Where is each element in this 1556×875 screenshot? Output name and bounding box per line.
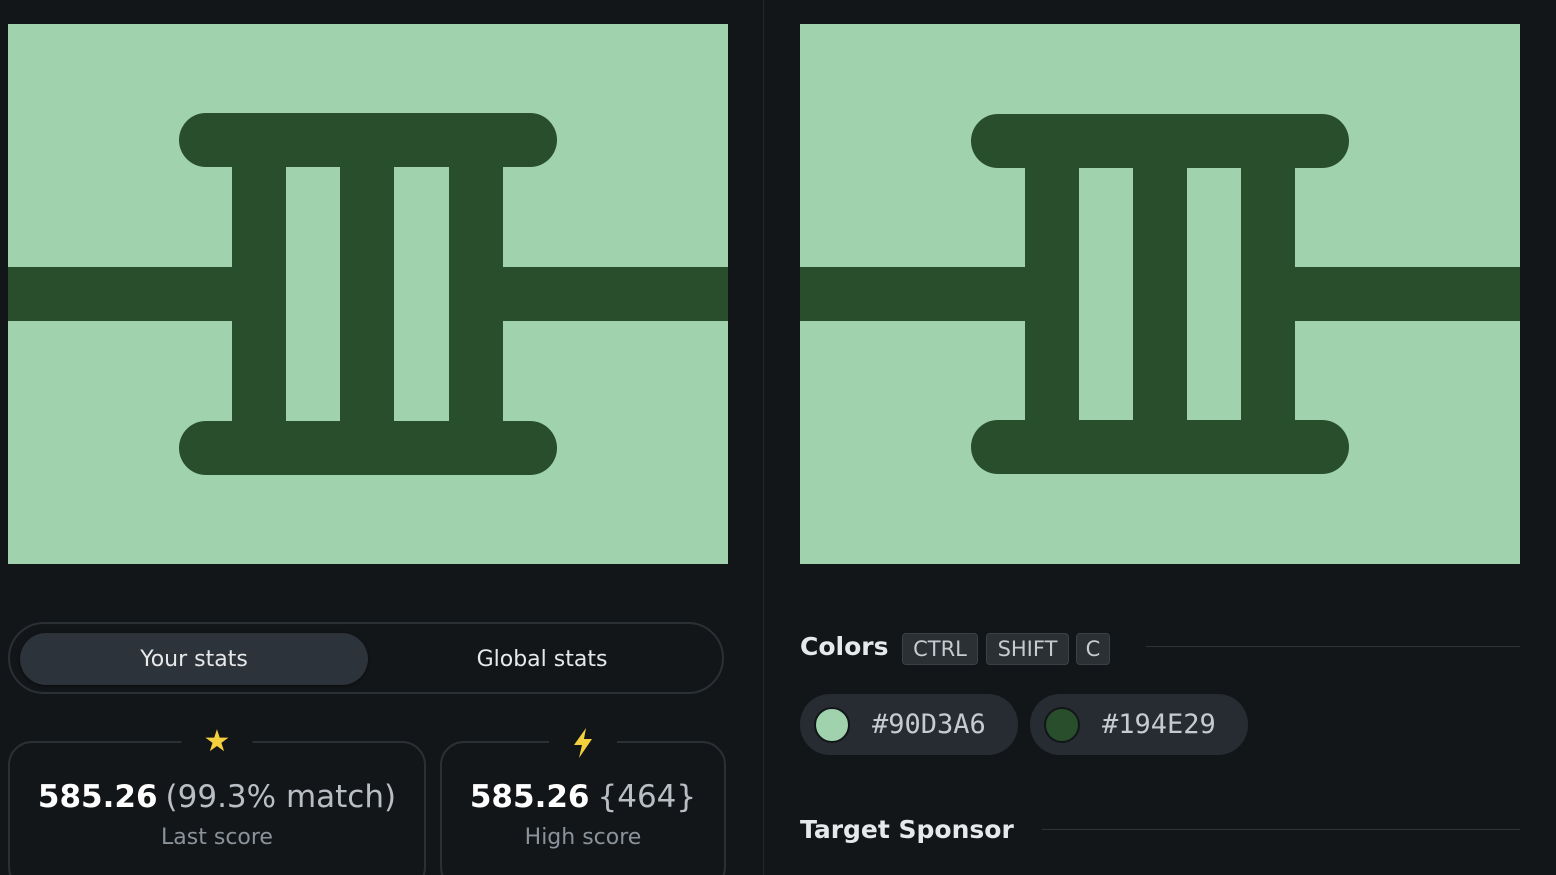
last-score-card: ★ 585.26 (99.3% match) Last score <box>8 727 426 875</box>
colors-divider <box>1146 646 1520 647</box>
target-sponsor-heading: Target Sponsor <box>800 815 1014 844</box>
high-score-value: 585.26 <box>469 779 590 815</box>
color-dot <box>1044 706 1080 743</box>
panel-divider <box>763 0 764 875</box>
shortcut-key-ctrl: CTRL <box>902 633 978 665</box>
high-score-card: 585.26 {464} High score <box>440 727 726 875</box>
color-hex: #194E29 <box>1102 709 1216 740</box>
color-dot <box>814 706 850 743</box>
color-swatch[interactable]: #194E29 <box>1030 694 1248 755</box>
tab-global-stats[interactable]: Global stats <box>368 633 716 685</box>
output-canvas[interactable] <box>8 24 728 564</box>
last-score-label: Last score <box>161 825 273 850</box>
last-score-value: 585.26 <box>37 779 158 815</box>
target-image <box>800 24 1520 564</box>
color-hex: #90D3A6 <box>872 709 986 740</box>
star-icon: ★ <box>181 727 253 757</box>
last-score-line: 585.26 (99.3% match) <box>10 779 424 815</box>
battle-screen: Your stats Global stats ★ 585.26 (99.3% m… <box>0 0 1556 875</box>
stats-toggle: Your stats Global stats <box>8 622 724 694</box>
shortcut-key-c: C <box>1076 633 1110 665</box>
high-score-chars: {464} <box>597 779 697 815</box>
high-score-label: High score <box>524 825 642 850</box>
tab-your-stats[interactable]: Your stats <box>20 633 368 685</box>
output-drawing <box>8 113 728 475</box>
target-drawing <box>800 114 1520 474</box>
high-score-line: 585.26 {464} <box>442 779 724 815</box>
sponsor-divider <box>1042 829 1520 830</box>
shortcut-key-shift: SHIFT <box>986 633 1069 665</box>
color-swatch[interactable]: #90D3A6 <box>800 694 1018 755</box>
lightning-icon <box>549 727 617 759</box>
colors-heading: Colors <box>800 632 889 661</box>
last-score-match: (99.3% match) <box>165 779 397 815</box>
